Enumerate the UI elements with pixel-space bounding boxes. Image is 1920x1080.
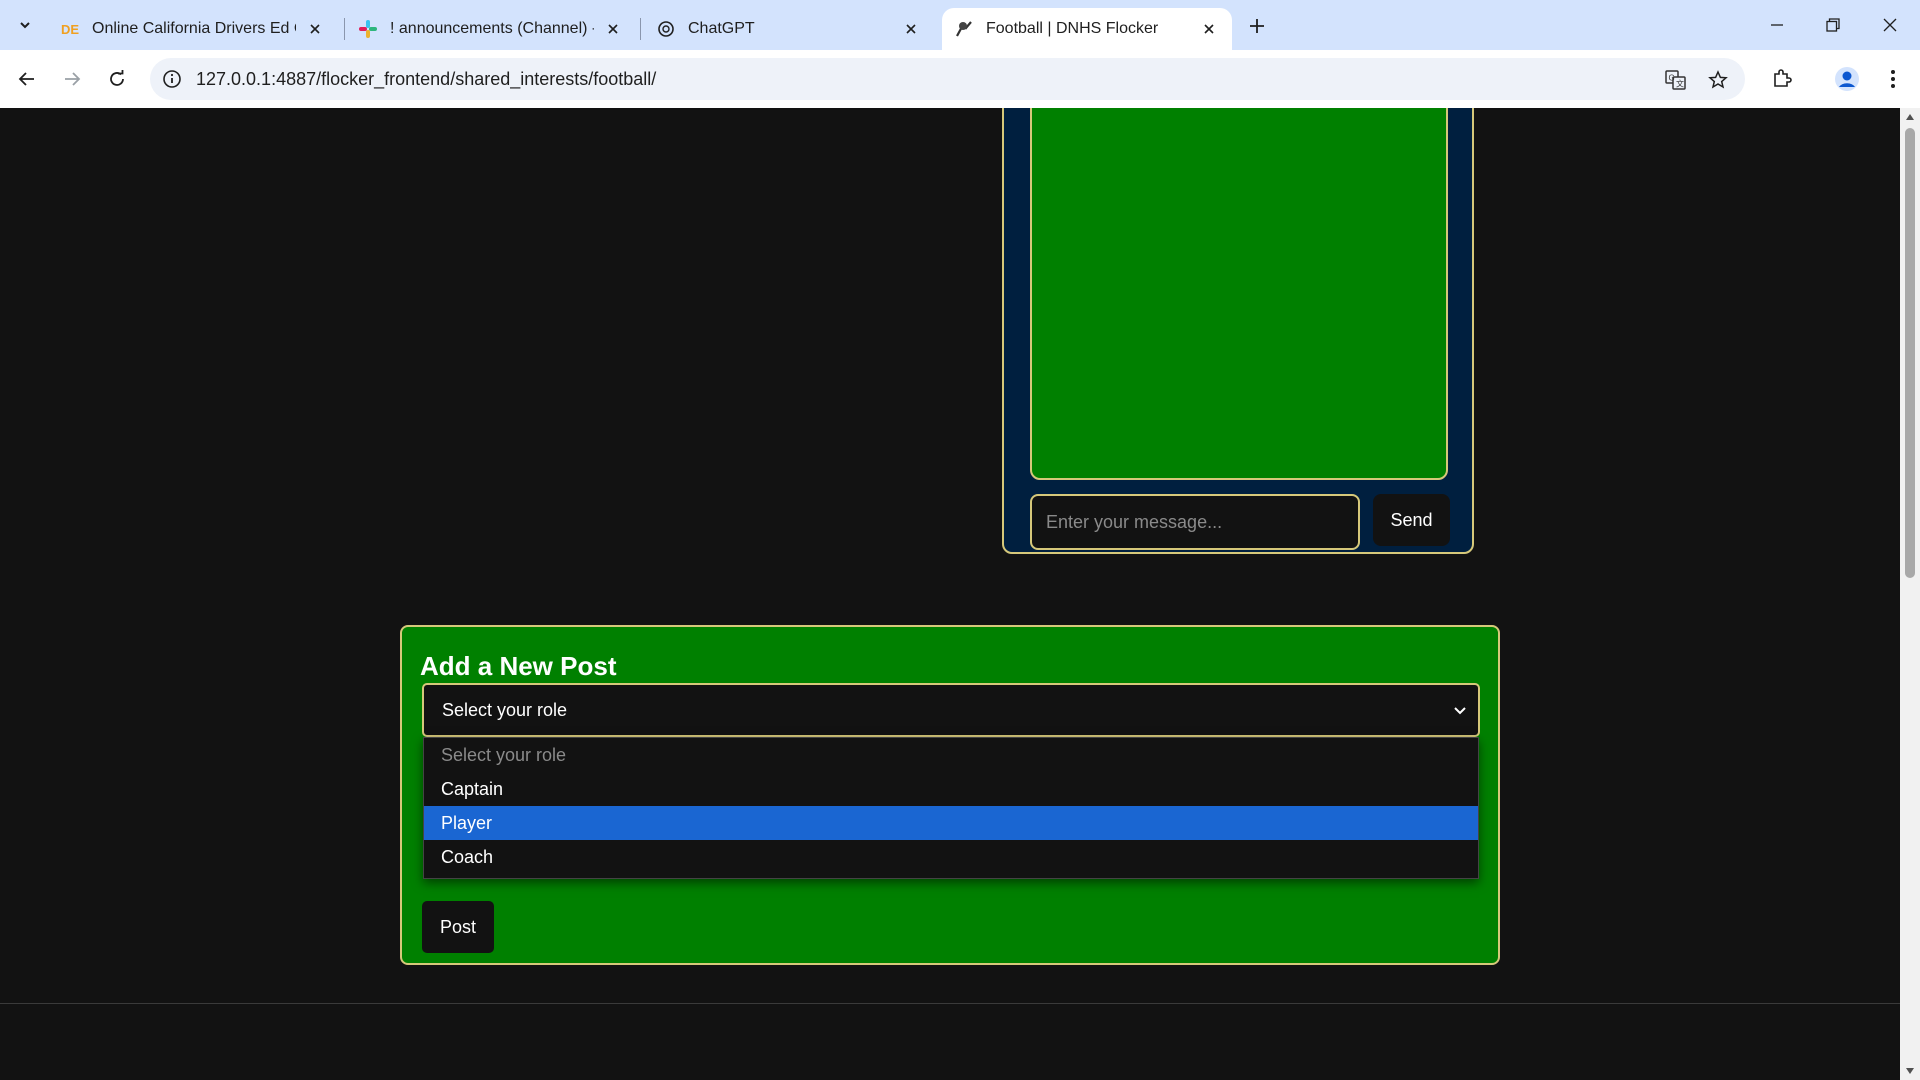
chat-messages-area[interactable] xyxy=(1030,108,1448,480)
tab-title: ! announcements (Channel) - C xyxy=(390,20,594,37)
bookmark-star-icon[interactable] xyxy=(1707,69,1729,91)
tab-slack[interactable]: ! announcements (Channel) - C xyxy=(346,8,636,50)
page-viewport: Send Add a New Post Select your role Sel… xyxy=(0,108,1900,1080)
scroll-up-arrow-icon[interactable] xyxy=(1906,114,1914,120)
close-icon[interactable] xyxy=(900,18,922,40)
browser-tab-strip: DE Online California Drivers Ed Cou ! an… xyxy=(0,0,1920,50)
url-text[interactable]: 127.0.0.1:4887/flocker_frontend/shared_i… xyxy=(196,69,656,90)
site-info-icon[interactable] xyxy=(162,69,182,89)
chat-panel: Send xyxy=(1002,108,1474,554)
svg-text:文: 文 xyxy=(1676,79,1684,89)
tab-title: Football | DNHS Flocker xyxy=(986,20,1159,37)
chevron-down-icon xyxy=(20,22,30,29)
flocker-favicon xyxy=(954,19,974,39)
tab-search-button[interactable] xyxy=(10,12,40,38)
chatgpt-favicon xyxy=(656,19,676,39)
restore-button[interactable] xyxy=(1813,8,1853,42)
footer-divider xyxy=(0,1003,1900,1004)
post-button[interactable]: Post xyxy=(422,901,494,953)
svg-text:G: G xyxy=(1669,74,1675,83)
send-button[interactable]: Send xyxy=(1373,494,1450,546)
add-post-heading: Add a New Post xyxy=(420,651,617,681)
window-close-button[interactable] xyxy=(1870,8,1910,42)
minimize-button[interactable] xyxy=(1757,8,1797,42)
drivers-ed-favicon: DE xyxy=(60,19,80,39)
close-icon[interactable] xyxy=(602,18,624,40)
tab-title: Online California Drivers Ed Cou xyxy=(92,20,296,37)
profile-avatar-icon[interactable] xyxy=(1832,64,1862,94)
svg-text:DE: DE xyxy=(61,22,79,37)
translate-icon[interactable]: G文 xyxy=(1665,69,1687,91)
address-bar[interactable]: 127.0.0.1:4887/flocker_frontend/shared_i… xyxy=(150,58,1745,100)
chevron-down-icon xyxy=(1454,707,1466,715)
tab-drivers-ed[interactable]: DE Online California Drivers Ed Cou xyxy=(48,8,338,50)
plus-icon xyxy=(1250,19,1264,33)
role-dropdown-list: Select your role Captain Player Coach xyxy=(423,737,1479,879)
close-icon[interactable] xyxy=(1198,18,1220,40)
browser-toolbar: 127.0.0.1:4887/flocker_frontend/shared_i… xyxy=(0,50,1920,108)
forward-button[interactable] xyxy=(57,64,87,94)
back-button[interactable] xyxy=(12,64,42,94)
reload-button[interactable] xyxy=(102,64,132,94)
kebab-menu-icon[interactable] xyxy=(1878,64,1908,94)
role-option-player[interactable]: Player xyxy=(424,806,1478,840)
add-post-form: Add a New Post Select your role Select y… xyxy=(400,625,1500,965)
chat-message-input[interactable] xyxy=(1030,494,1360,550)
close-icon[interactable] xyxy=(304,18,326,40)
role-option-coach[interactable]: Coach xyxy=(424,840,1478,874)
forward-arrow-icon xyxy=(65,72,81,86)
scroll-down-arrow-icon[interactable] xyxy=(1906,1068,1914,1074)
role-select[interactable]: Select your role xyxy=(422,683,1480,737)
slack-favicon xyxy=(358,19,378,39)
role-option-captain[interactable]: Captain xyxy=(424,772,1478,806)
page-scrollbar[interactable] xyxy=(1900,108,1920,1080)
new-tab-button[interactable] xyxy=(1243,12,1271,40)
reload-icon xyxy=(110,70,124,86)
tab-separator xyxy=(344,18,345,40)
scrollbar-thumb[interactable] xyxy=(1905,128,1915,578)
role-option-placeholder[interactable]: Select your role xyxy=(424,738,1478,772)
close-icon xyxy=(1883,18,1897,32)
tab-chatgpt[interactable]: ChatGPT xyxy=(644,8,934,50)
tab-football-flocker[interactable]: Football | DNHS Flocker xyxy=(942,8,1232,50)
restore-icon xyxy=(1826,18,1840,32)
extensions-puzzle-icon[interactable] xyxy=(1767,64,1797,94)
tab-separator xyxy=(640,18,641,40)
tab-title: ChatGPT xyxy=(688,20,755,37)
minimize-icon xyxy=(1771,24,1783,26)
back-arrow-icon xyxy=(18,72,34,86)
role-select-value: Select your role xyxy=(442,700,568,720)
